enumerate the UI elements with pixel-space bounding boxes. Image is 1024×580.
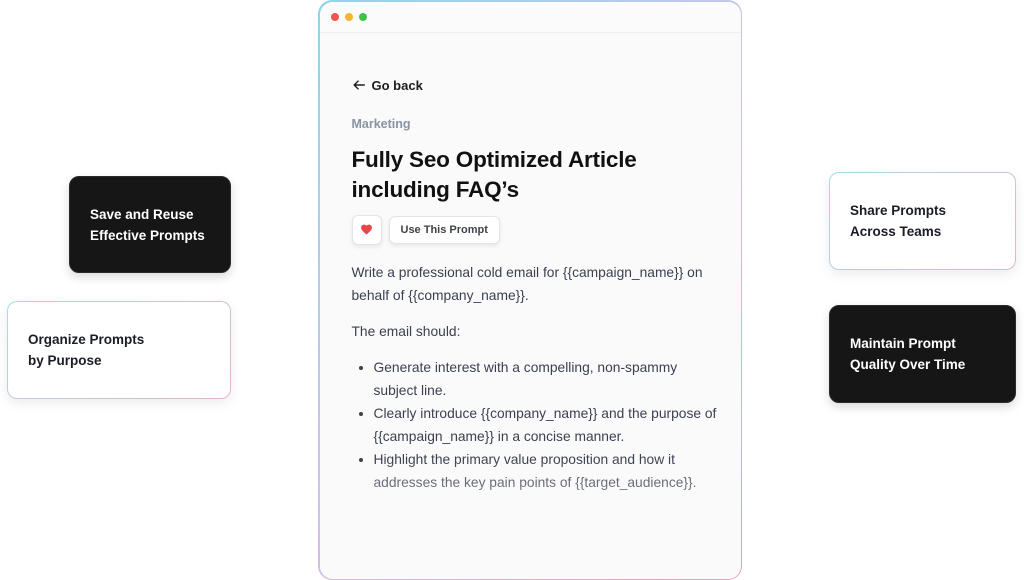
feature-card-label: Save and Reuse Effective Prompts [90,206,205,243]
list-item: Generate interest with a compelling, non… [374,356,722,402]
prompt-category: Marketing [351,116,411,131]
feature-card-maintain: Maintain Prompt Quality Over Time [829,305,1016,403]
window-titlebar [319,1,741,33]
favorite-button[interactable] [351,214,382,245]
list-item: Highlight the primary value proposition … [374,448,722,494]
heart-icon [361,224,372,235]
browser-window-body: Go back Marketing Fully Seo Optimized Ar… [319,1,741,579]
minimize-window-dot[interactable] [344,12,353,21]
feature-card-label: Organize Prompts by Purpose [28,332,145,368]
arrow-left-icon [352,80,365,90]
feature-card-share: Share Prompts Across Teams [829,172,1016,270]
feature-card-organize: Organize Prompts by Purpose [7,301,231,399]
prompt-title: Fully Seo Optimized Article including FA… [351,146,637,202]
prompt-actions: Use This Prompt [351,214,500,245]
close-window-dot[interactable] [330,12,339,21]
browser-window: Go back Marketing Fully Seo Optimized Ar… [318,0,742,580]
go-back-link[interactable]: Go back [352,78,423,93]
prompt-subheading: The email should: [351,323,461,339]
go-back-label: Go back [371,77,423,93]
list-item: Clearly introduce {{company_name}} and t… [374,402,722,448]
use-prompt-button[interactable]: Use This Prompt [388,215,500,244]
feature-card-save-reuse: Save and Reuse Effective Prompts [69,176,231,273]
prompt-requirements-list: Generate interest with a compelling, non… [352,356,722,494]
prompt-intro: Write a professional cold email for {{ca… [351,264,703,303]
feature-card-label: Maintain Prompt Quality Over Time [850,336,966,372]
feature-card-label: Share Prompts Across Teams [850,203,947,239]
prompt-body: Write a professional cold email for {{ca… [352,261,722,494]
maximize-window-dot[interactable] [358,12,367,21]
